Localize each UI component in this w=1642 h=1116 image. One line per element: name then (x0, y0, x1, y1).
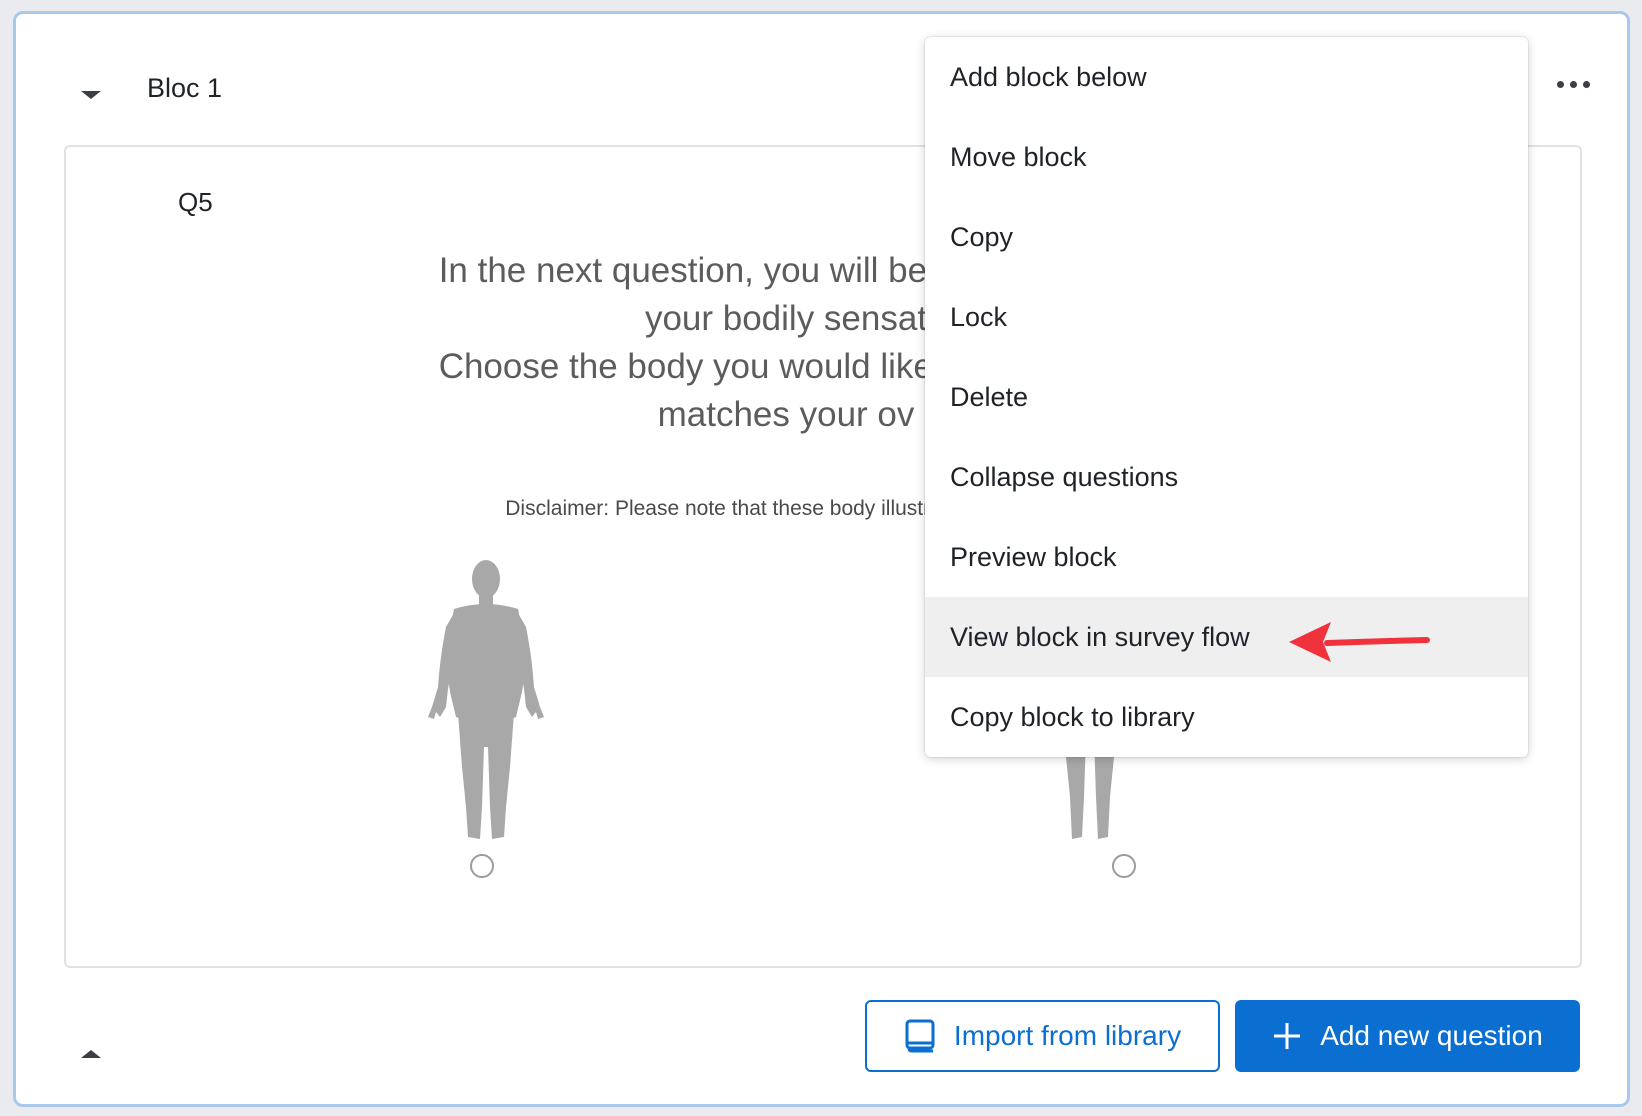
body-option-radio-2[interactable] (1112, 854, 1136, 878)
menu-item-copy[interactable]: Copy (925, 197, 1528, 277)
menu-item-view-block-in-survey-flow[interactable]: View block in survey flow (925, 597, 1528, 677)
body-option-radio-1[interactable] (470, 854, 494, 878)
book-icon (905, 1019, 935, 1053)
block-title[interactable]: Bloc 1 (147, 73, 222, 104)
menu-item-copy-block-to-library[interactable]: Copy block to library (925, 677, 1528, 757)
chevron-down-icon (81, 91, 101, 99)
more-dot-3 (1582, 80, 1590, 88)
menu-item-lock[interactable]: Lock (925, 277, 1528, 357)
menu-item-delete[interactable]: Delete (925, 357, 1528, 437)
add-question-label: Add new question (1320, 1020, 1543, 1051)
menu-item-move-block[interactable]: Move block (925, 117, 1528, 197)
plus-icon (1274, 1023, 1301, 1049)
question-number[interactable]: Q5 (178, 187, 213, 218)
block-options-menu: Add block below Move block Copy Lock Del… (925, 37, 1528, 757)
collapse-block-toggle[interactable] (68, 77, 114, 113)
more-dot-2 (1569, 80, 1577, 88)
body-figure-front-image[interactable] (424, 557, 548, 842)
import-label: Import from library (953, 1020, 1182, 1051)
block-options-button[interactable] (1547, 69, 1599, 99)
add-new-question-button[interactable]: Add new question (1235, 1000, 1580, 1072)
menu-item-collapse-questions[interactable]: Collapse questions (925, 437, 1528, 517)
menu-item-add-block-below[interactable]: Add block below (925, 37, 1528, 117)
import-from-library-button[interactable]: Import from library (865, 1000, 1220, 1072)
more-dots-icon (1556, 80, 1564, 88)
annotation-arrow-icon (1289, 622, 1430, 662)
expand-block-toggle[interactable] (68, 1036, 114, 1072)
menu-item-preview-block[interactable]: Preview block (925, 517, 1528, 597)
chevron-up-icon (81, 1050, 101, 1058)
